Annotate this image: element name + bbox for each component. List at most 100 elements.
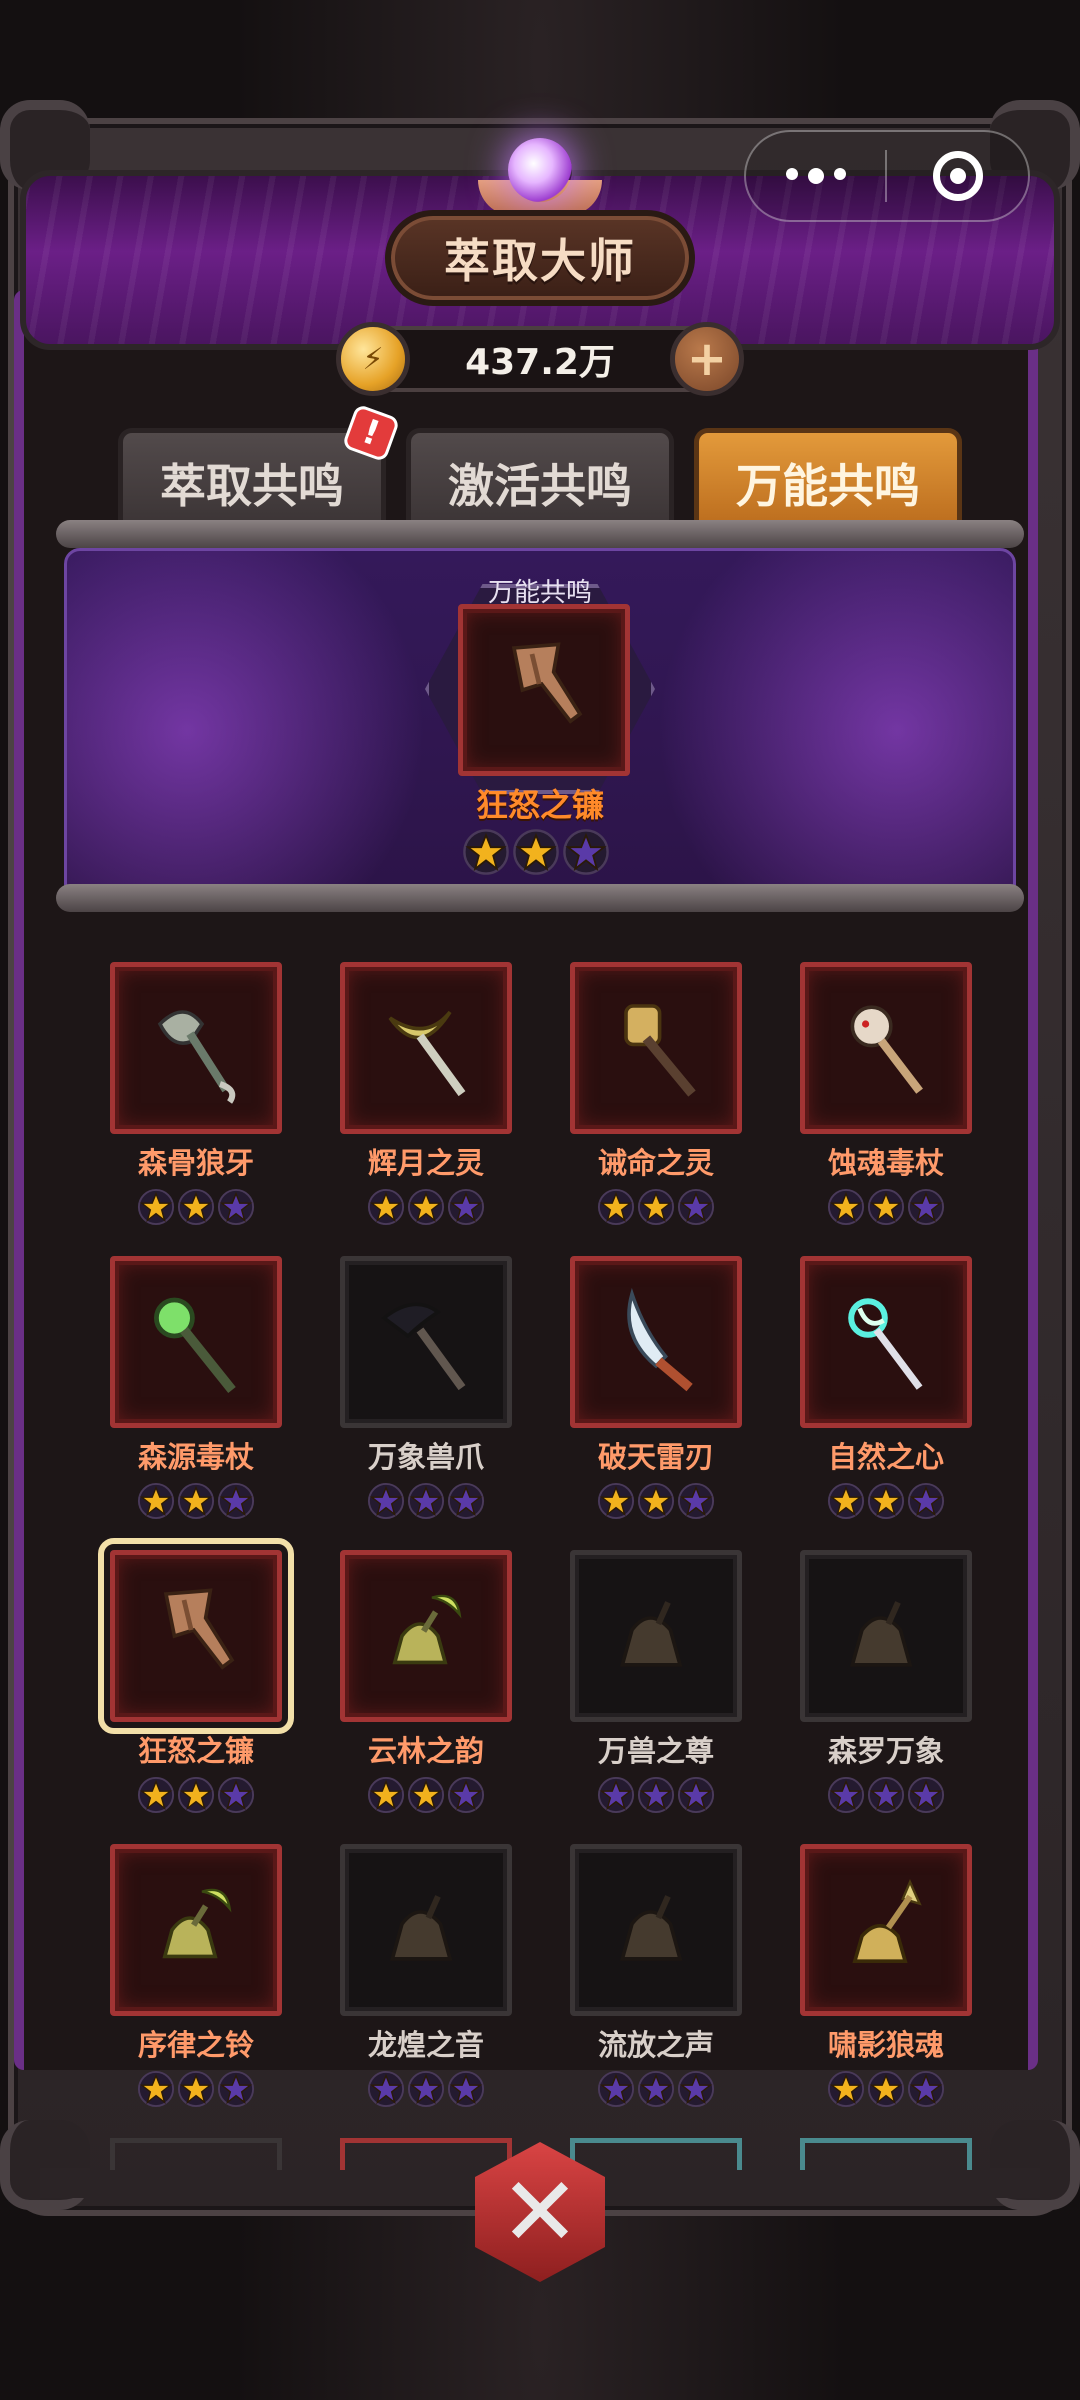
star-icon	[907, 1482, 945, 1520]
item-name: 森罗万象	[827, 1734, 944, 1768]
add-currency-button[interactable]: +	[670, 322, 744, 396]
moon-bell-icon	[136, 1870, 256, 1990]
panel-rail	[56, 884, 1024, 912]
item-slot[interactable]	[340, 962, 512, 1134]
exit-mini-program-button[interactable]	[887, 151, 1028, 201]
star-rating	[110, 1188, 282, 1226]
bone-axe-icon	[136, 988, 256, 1108]
star-icon	[137, 1776, 175, 1814]
star-icon	[827, 2070, 865, 2108]
item-slot[interactable]	[570, 1256, 742, 1428]
star-icon	[463, 829, 509, 875]
axe-icon	[136, 1576, 256, 1696]
star-icon	[637, 1482, 675, 1520]
star-icon	[867, 1482, 905, 1520]
close-button[interactable]: ✕	[470, 2142, 610, 2282]
star-icon	[867, 1776, 905, 1814]
item-slot[interactable]	[110, 1256, 282, 1428]
star-icon	[177, 1776, 215, 1814]
item-card[interactable]: 啸影狼魂	[800, 1844, 972, 2108]
star-icon	[447, 1188, 485, 1226]
star-icon	[447, 2070, 485, 2108]
item-slot[interactable]	[340, 1844, 512, 2016]
item-slot[interactable]	[800, 1844, 972, 2016]
item-card[interactable]: 流放之声	[570, 1844, 742, 2108]
item-slot[interactable]	[570, 1550, 742, 1722]
axe-icon	[484, 630, 604, 750]
moon-staff-icon	[366, 988, 486, 1108]
bell-icon	[826, 1576, 946, 1696]
bell-icon	[596, 1576, 716, 1696]
more-menu-icon[interactable]	[746, 168, 885, 184]
star-rating	[340, 1776, 512, 1814]
item-slot[interactable]	[570, 1844, 742, 2016]
item-card[interactable]: 森源毒杖	[110, 1256, 282, 1520]
item-name: 狂怒之镰	[137, 1734, 254, 1768]
item-slot[interactable]	[800, 1256, 972, 1428]
star-icon	[827, 1482, 865, 1520]
star-rating	[570, 2070, 742, 2108]
item-card[interactable]: 万兽之尊	[570, 1550, 742, 1814]
item-slot[interactable]	[340, 1256, 512, 1428]
tab-activate-resonance[interactable]: 激活共鸣	[406, 428, 674, 532]
gold-coin-icon: ⚡	[336, 322, 410, 396]
star-icon	[637, 1776, 675, 1814]
item-name: 龙煌之音	[367, 2028, 484, 2062]
item-slot[interactable]	[570, 962, 742, 1134]
star-icon	[677, 1188, 715, 1226]
item-slot[interactable]	[110, 962, 282, 1134]
star-rating	[800, 1188, 972, 1226]
magic-orb-icon	[508, 138, 572, 202]
item-name: 诫命之灵	[597, 1146, 714, 1180]
star-icon	[217, 1482, 255, 1520]
star-icon	[907, 1776, 945, 1814]
item-name: 自然之心	[827, 1440, 944, 1474]
star-icon	[637, 2070, 675, 2108]
star-icon	[137, 1482, 175, 1520]
item-card[interactable]: 狂怒之镰	[98, 1538, 294, 1814]
item-card[interactable]: 龙煌之音	[340, 1844, 512, 2108]
item-card[interactable]: 自然之心	[800, 1256, 972, 1520]
star-icon	[677, 1482, 715, 1520]
item-name: 森源毒杖	[137, 1440, 254, 1474]
star-icon	[407, 2070, 445, 2108]
item-slot[interactable]	[800, 962, 972, 1134]
item-name: 辉月之灵	[367, 1146, 484, 1180]
bell-icon	[366, 1870, 486, 1990]
item-card[interactable]: 森骨狼牙	[110, 962, 282, 1226]
item-name: 序律之铃	[137, 2028, 254, 2062]
item-card[interactable]: 辉月之灵	[340, 962, 512, 1226]
star-icon	[827, 1188, 865, 1226]
item-card[interactable]: 蚀魂毒杖	[800, 962, 972, 1226]
item-card[interactable]: 森罗万象	[800, 1550, 972, 1814]
star-rating	[800, 2070, 972, 2108]
star-icon	[597, 2070, 635, 2108]
item-card[interactable]: 诫命之灵	[570, 962, 742, 1226]
item-card[interactable]: 云林之韵	[340, 1550, 512, 1814]
skull-staff-icon	[826, 988, 946, 1108]
star-icon	[597, 1188, 635, 1226]
item-name: 啸影狼魂	[827, 2028, 944, 2062]
featured-item-slot[interactable]	[458, 604, 630, 776]
tab-universal-resonance[interactable]: 万能共鸣	[694, 428, 962, 532]
currency-amount: 437.2万	[465, 342, 615, 383]
star-icon	[137, 1188, 175, 1226]
item-name: 森骨狼牙	[137, 1146, 254, 1180]
item-slot[interactable]	[98, 1538, 294, 1734]
item-name: 万兽之尊	[597, 1734, 714, 1768]
star-icon	[907, 2070, 945, 2108]
item-slot[interactable]	[800, 1550, 972, 1722]
star-icon	[677, 2070, 715, 2108]
item-slot[interactable]	[110, 1844, 282, 2016]
item-card[interactable]: 破天雷刃	[570, 1256, 742, 1520]
star-icon	[827, 1776, 865, 1814]
page-title: 萃取大师	[385, 210, 695, 306]
star-icon	[907, 1188, 945, 1226]
item-slot-partial	[110, 2138, 282, 2170]
item-slot[interactable]	[340, 1550, 512, 1722]
orb-staff-icon	[136, 1282, 256, 1402]
star-rating	[110, 1482, 282, 1520]
star-rating	[570, 1776, 742, 1814]
item-card[interactable]: 序律之铃	[110, 1844, 282, 2108]
item-card[interactable]: 万象兽爪	[340, 1256, 512, 1520]
